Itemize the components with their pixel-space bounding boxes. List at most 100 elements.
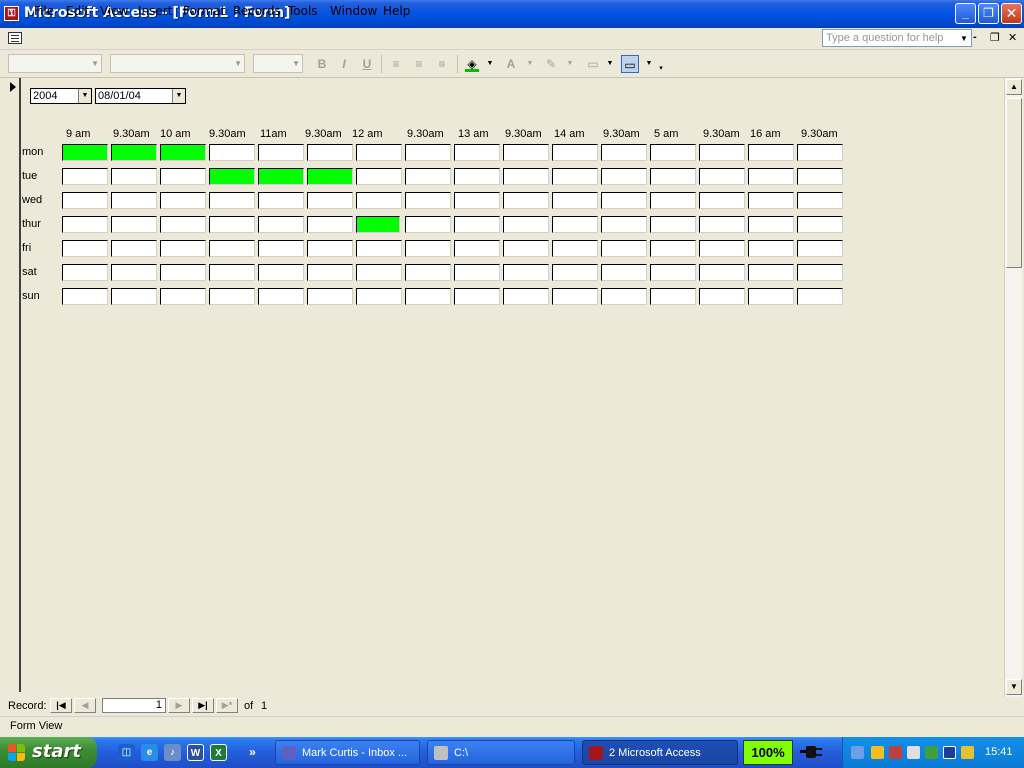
schedule-cell[interactable] bbox=[62, 240, 108, 257]
excel-icon[interactable]: X bbox=[210, 744, 227, 761]
schedule-cell[interactable] bbox=[797, 288, 843, 305]
schedule-cell[interactable] bbox=[454, 240, 500, 257]
schedule-cell[interactable] bbox=[62, 168, 108, 185]
scroll-thumb[interactable] bbox=[1006, 98, 1022, 268]
bold-icon[interactable]: B bbox=[313, 55, 331, 73]
schedule-cell[interactable] bbox=[111, 288, 157, 305]
display-icon[interactable] bbox=[907, 746, 920, 759]
schedule-cell[interactable] bbox=[405, 168, 451, 185]
volume-icon[interactable] bbox=[961, 746, 974, 759]
schedule-cell[interactable] bbox=[111, 168, 157, 185]
schedule-cell[interactable] bbox=[699, 264, 745, 281]
word-icon[interactable]: W bbox=[187, 744, 204, 761]
schedule-cell[interactable] bbox=[454, 216, 500, 233]
schedule-cell[interactable] bbox=[160, 264, 206, 281]
schedule-cell[interactable] bbox=[209, 288, 255, 305]
schedule-cell[interactable] bbox=[748, 144, 794, 161]
schedule-cell[interactable] bbox=[552, 144, 598, 161]
schedule-cell[interactable] bbox=[258, 264, 304, 281]
media-icon[interactable]: ♪ bbox=[164, 744, 181, 761]
schedule-cell[interactable] bbox=[650, 192, 696, 209]
first-record-button[interactable]: |◀ bbox=[50, 698, 72, 713]
close-button[interactable]: ✕ bbox=[1001, 3, 1022, 24]
align-right-icon[interactable]: ≡ bbox=[433, 55, 451, 73]
schedule-cell[interactable] bbox=[307, 240, 353, 257]
toolbar-options-icon[interactable]: ▾ bbox=[652, 60, 670, 78]
schedule-cell[interactable] bbox=[601, 216, 647, 233]
schedule-cell[interactable] bbox=[356, 288, 402, 305]
network-icon[interactable] bbox=[851, 746, 864, 759]
schedule-cell[interactable] bbox=[258, 168, 304, 185]
schedule-cell[interactable] bbox=[307, 192, 353, 209]
schedule-cell[interactable] bbox=[209, 168, 255, 185]
zoom-indicator[interactable]: 100% bbox=[743, 740, 793, 765]
last-record-button[interactable]: ▶| bbox=[192, 698, 214, 713]
schedule-cell[interactable] bbox=[650, 240, 696, 257]
schedule-cell[interactable] bbox=[307, 144, 353, 161]
help-search-input[interactable]: Type a question for help bbox=[822, 29, 972, 47]
schedule-cell[interactable] bbox=[797, 192, 843, 209]
schedule-cell[interactable] bbox=[650, 264, 696, 281]
schedule-cell[interactable] bbox=[699, 168, 745, 185]
menu-format[interactable]: Format bbox=[183, 4, 225, 18]
menu-view[interactable]: View bbox=[100, 4, 128, 18]
schedule-cell[interactable] bbox=[650, 144, 696, 161]
schedule-cell[interactable] bbox=[748, 216, 794, 233]
schedule-cell[interactable] bbox=[454, 288, 500, 305]
schedule-cell[interactable] bbox=[209, 216, 255, 233]
schedule-cell[interactable] bbox=[258, 216, 304, 233]
scroll-down-icon[interactable]: ▼ bbox=[1006, 679, 1022, 695]
schedule-cell[interactable] bbox=[552, 264, 598, 281]
line-width-icon[interactable]: ▭ bbox=[584, 55, 602, 73]
doc-minimize-button[interactable]: - bbox=[973, 31, 977, 43]
schedule-cell[interactable] bbox=[552, 168, 598, 185]
font-color-icon[interactable]: A bbox=[502, 55, 520, 73]
schedule-cell[interactable] bbox=[503, 168, 549, 185]
menu-help[interactable]: Help bbox=[383, 4, 410, 18]
special-effect-icon[interactable]: ▭ bbox=[621, 55, 639, 73]
schedule-cell[interactable] bbox=[601, 264, 647, 281]
taskbar-item[interactable]: Mark Curtis - Inbox ... bbox=[275, 740, 420, 765]
schedule-cell[interactable] bbox=[209, 192, 255, 209]
schedule-cell[interactable] bbox=[405, 264, 451, 281]
doc-restore-button[interactable]: ❐ bbox=[990, 31, 1000, 44]
new-record-button[interactable]: ▶* bbox=[216, 698, 238, 713]
schedule-cell[interactable] bbox=[748, 240, 794, 257]
schedule-cell[interactable] bbox=[601, 168, 647, 185]
help-dropdown-arrow-icon[interactable]: ▼ bbox=[960, 34, 968, 43]
schedule-cell[interactable] bbox=[454, 192, 500, 209]
schedule-cell[interactable] bbox=[356, 240, 402, 257]
schedule-cell[interactable] bbox=[797, 168, 843, 185]
taskbar-item[interactable]: 2 Microsoft Access bbox=[582, 740, 738, 765]
schedule-cell[interactable] bbox=[748, 192, 794, 209]
menu-edit[interactable]: Edit bbox=[66, 4, 89, 18]
schedule-cell[interactable] bbox=[160, 288, 206, 305]
schedule-cell[interactable] bbox=[62, 192, 108, 209]
chevron-down-icon[interactable]: ▼ bbox=[172, 89, 185, 103]
schedule-cell[interactable] bbox=[160, 240, 206, 257]
schedule-cell[interactable] bbox=[552, 240, 598, 257]
restore-button[interactable]: ❐ bbox=[978, 3, 999, 24]
schedule-cell[interactable] bbox=[650, 288, 696, 305]
player-icon[interactable] bbox=[943, 746, 956, 759]
schedule-cell[interactable] bbox=[62, 216, 108, 233]
schedule-cell[interactable] bbox=[650, 168, 696, 185]
menu-window[interactable]: Window bbox=[330, 4, 377, 18]
next-record-button[interactable]: ▶ bbox=[168, 698, 190, 713]
font-color-dropdown-icon[interactable]: ▼ bbox=[521, 55, 539, 73]
line-color-dropdown-icon[interactable]: ▼ bbox=[561, 55, 579, 73]
fill-color-dropdown-icon[interactable]: ▼ bbox=[481, 55, 499, 73]
schedule-cell[interactable] bbox=[797, 144, 843, 161]
schedule-cell[interactable] bbox=[62, 144, 108, 161]
schedule-cell[interactable] bbox=[209, 240, 255, 257]
date-combo[interactable]: 08/01/04 ▼ bbox=[95, 88, 186, 104]
schedule-cell[interactable] bbox=[111, 240, 157, 257]
schedule-cell[interactable] bbox=[601, 240, 647, 257]
underline-icon[interactable]: U bbox=[358, 55, 376, 73]
schedule-cell[interactable] bbox=[62, 288, 108, 305]
schedule-cell[interactable] bbox=[699, 288, 745, 305]
align-left-icon[interactable]: ≡ bbox=[387, 55, 405, 73]
schedule-cell[interactable] bbox=[748, 168, 794, 185]
schedule-cell[interactable] bbox=[307, 264, 353, 281]
schedule-cell[interactable] bbox=[454, 144, 500, 161]
